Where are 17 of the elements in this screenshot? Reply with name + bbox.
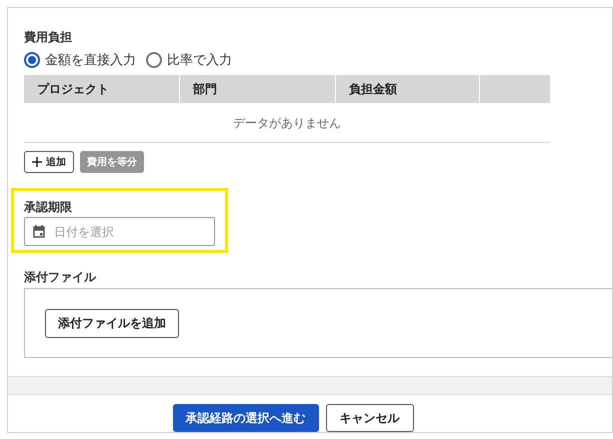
calendar-icon [33,225,45,238]
date-field[interactable]: 日付を選択 [24,217,215,246]
radio-option[interactable]: 比率で入力 [146,50,232,70]
empty-message: データがありません [233,114,341,132]
proceed-button[interactable]: 承認経路の選択へ進む [172,404,318,432]
section-label: 費用負担 [24,29,73,45]
add-button[interactable]: 追加 [24,151,74,173]
section-label: 添付ファイル [24,270,98,284]
column-header: プロジェクト [24,75,179,103]
radio-option[interactable]: 金額を直接入力 [24,50,136,70]
column-header [480,75,550,103]
column-header: 部門 [180,75,335,103]
field-label: 承認期限 [24,200,73,214]
cancel-button[interactable]: キャンセル [326,404,414,432]
add-attachment-button[interactable]: 添付ファイルを追加 [45,308,179,338]
plus-icon [32,157,42,167]
column-header: 負担金額 [336,75,479,103]
